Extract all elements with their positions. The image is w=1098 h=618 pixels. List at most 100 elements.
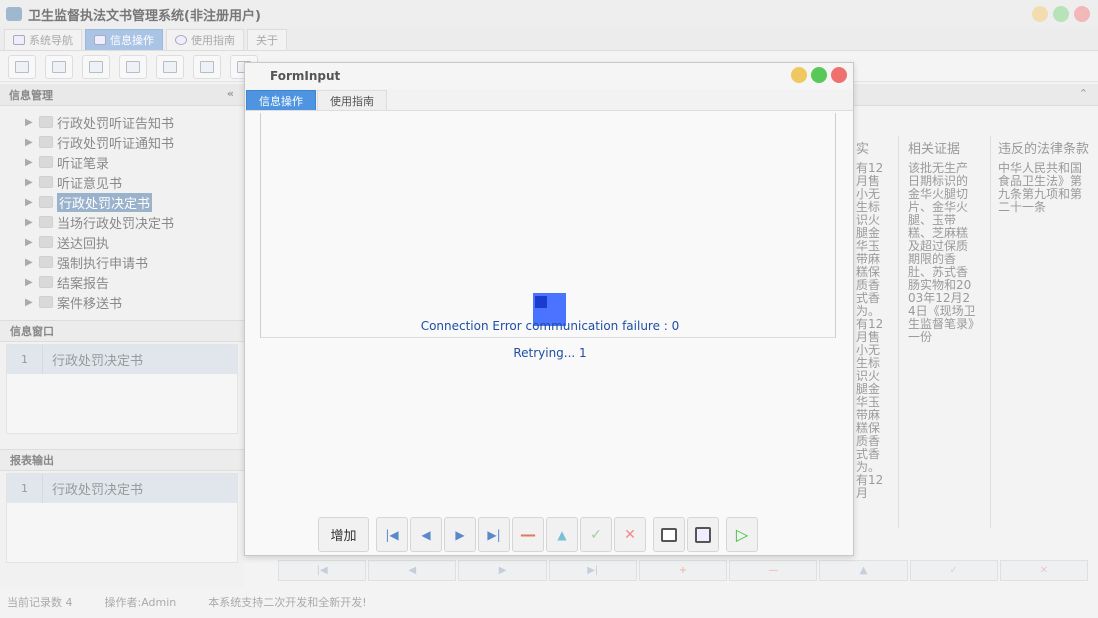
last-record-button[interactable]: ▶| [548, 560, 637, 581]
next-icon: ▶ [455, 527, 465, 542]
tab-info-operation[interactable]: 信息操作 [246, 90, 316, 110]
edit-icon [126, 60, 140, 73]
left-panel: 信息管理 « ▶ 行政处罚听证告知书 ▶ 行政处罚听证通知书 ▶ 听证笔录 ▶ 听证意见… [0, 84, 244, 589]
grid-icon [94, 35, 106, 45]
last-icon: ▶| [487, 527, 501, 542]
print-preview-button[interactable] [687, 517, 719, 552]
report-button[interactable] [156, 54, 184, 79]
expand-arrow-icon[interactable]: ▶ [25, 297, 37, 308]
minimize-button[interactable] [1032, 6, 1048, 22]
search-button[interactable] [8, 54, 36, 79]
dialog-toolbar: 增加 |◀ ◀ ▶ ▶| — ▲ ✓ ✕ ▷ [318, 517, 758, 553]
column-divider [990, 136, 991, 528]
dialog-close-button[interactable] [831, 67, 847, 83]
cell-law: 中华人民共和国食品卫生法》第九条第九项和第二十一条 [998, 161, 1083, 214]
form-input-dialog: FormInput 信息操作 使用指南 Connection Error com… [244, 62, 854, 556]
add-button[interactable]: 增加 [318, 517, 369, 552]
row-cell: 行政处罚决定书 [52, 354, 144, 369]
tool-icon [39, 116, 53, 128]
expand-arrow-icon[interactable]: ▶ [25, 197, 37, 208]
operator-label: 操作者:Admin [104, 595, 177, 609]
minus-icon: — [520, 525, 536, 544]
tree-node[interactable]: ▶ 结案报告 [0, 272, 244, 292]
tree-node[interactable]: ▶ 听证笔录 [0, 152, 244, 172]
export-button[interactable] [193, 54, 221, 79]
document-button[interactable] [82, 54, 110, 79]
column-header-law[interactable]: 违反的法律条款 [998, 138, 1094, 158]
tree-node[interactable]: ▶ 听证意见书 [0, 172, 244, 192]
tool-icon [39, 236, 53, 248]
cancel-record-button[interactable]: ✕ [999, 560, 1088, 581]
tool-icon [39, 196, 53, 208]
print-button[interactable] [653, 517, 685, 552]
table-row[interactable]: 1 行政处罚决定书 [7, 345, 237, 374]
list-icon [52, 60, 66, 73]
play-icon: ▷ [735, 525, 749, 544]
first-record-button[interactable]: |◀ [278, 560, 367, 581]
list-button[interactable] [45, 54, 73, 79]
first-icon: |◀ [385, 527, 399, 542]
tree-node[interactable]: ▶ 案件移送书 [0, 292, 244, 312]
cancel-button[interactable]: ✕ [614, 517, 646, 552]
maximize-button[interactable] [1053, 6, 1069, 22]
tab-info-operation[interactable]: 信息操作 [85, 29, 163, 50]
first-button[interactable]: |◀ [376, 517, 408, 552]
delete-button[interactable]: — [512, 517, 544, 552]
next-button[interactable]: ▶ [444, 517, 476, 552]
report-icon [163, 60, 177, 73]
dialog-maximize-button[interactable] [811, 67, 827, 83]
next-record-button[interactable]: ▶ [458, 560, 547, 581]
record-count: 当前记录数 4 [7, 595, 73, 609]
cancel-icon: ✕ [624, 526, 636, 543]
expand-arrow-icon[interactable]: ▶ [25, 137, 37, 148]
main-menubar: 系统导航 信息操作 使用指南 关于 [0, 28, 1098, 51]
app-title: 卫生监督执法文书管理系统(非注册用户) [28, 8, 261, 24]
add-record-button[interactable]: + [638, 560, 728, 581]
expand-arrow-icon[interactable]: ▶ [25, 257, 37, 268]
tree-node[interactable]: ▶ 强制执行申请书 [0, 252, 244, 272]
expand-arrow-icon[interactable]: ▶ [25, 237, 37, 248]
print-preview-icon [695, 526, 711, 543]
expand-arrow-icon[interactable]: ▶ [25, 117, 37, 128]
prev-button[interactable]: ◀ [410, 517, 442, 552]
edit-record-button[interactable]: ▲ [819, 560, 908, 581]
printer-icon [661, 527, 677, 542]
dialog-title: FormInput [245, 63, 853, 89]
record-navigation: |◀ ◀ ▶ ▶| + — ▲ ✓ ✕ [278, 560, 1088, 582]
expand-arrow-icon[interactable]: ▶ [25, 277, 37, 288]
column-header-evidence[interactable]: 相关证据 [908, 138, 988, 158]
collapse-icon[interactable]: « [227, 87, 234, 100]
prev-icon: ◀ [421, 527, 431, 542]
confirm-record-button[interactable]: ✓ [909, 560, 998, 581]
right-panel-header: ⌃ [854, 84, 1098, 106]
expand-arrow-icon[interactable]: ▶ [25, 217, 37, 228]
tree-node[interactable]: ▶ 当场行政处罚决定书 [0, 212, 244, 232]
collapse-up-icon[interactable]: ⌃ [1079, 87, 1088, 100]
confirm-button[interactable]: ✓ [580, 517, 612, 552]
edit-button[interactable] [119, 54, 147, 79]
prev-record-button[interactable]: ◀ [368, 560, 457, 581]
expand-arrow-icon[interactable]: ▶ [25, 157, 37, 168]
tree-node[interactable]: ▶ 行政处罚听证通知书 [0, 132, 244, 152]
tab-system-nav[interactable]: 系统导航 [4, 29, 82, 50]
tree-node[interactable]: ▶ 行政处罚听证告知书 [0, 112, 244, 132]
close-button[interactable] [1074, 6, 1090, 22]
expand-arrow-icon[interactable]: ▶ [25, 177, 37, 188]
status-bar: 当前记录数 4 操作者:Admin 本系统支持二次开发和全新开发! [0, 589, 1098, 614]
retry-message: Retrying... 1 [513, 346, 587, 360]
edit-button[interactable]: ▲ [546, 517, 578, 552]
tab-user-guide[interactable]: 使用指南 [166, 29, 244, 50]
tree-node-selected[interactable]: ▶ 行政处罚决定书 [0, 192, 244, 212]
column-divider [898, 136, 899, 528]
tree-node[interactable]: ▶ 送达回执 [0, 232, 244, 252]
tab-about[interactable]: 关于 [247, 29, 287, 50]
dialog-minimize-button[interactable] [791, 67, 807, 83]
column-header-facts[interactable]: 实 [856, 138, 896, 158]
export-icon [200, 60, 214, 73]
last-button[interactable]: ▶| [478, 517, 510, 552]
run-button[interactable]: ▷ [726, 517, 758, 552]
tool-icon [39, 276, 53, 288]
tab-user-guide[interactable]: 使用指南 [317, 90, 387, 110]
delete-record-button[interactable]: — [729, 560, 818, 581]
table-row[interactable]: 1 行政处罚决定书 [7, 474, 237, 503]
